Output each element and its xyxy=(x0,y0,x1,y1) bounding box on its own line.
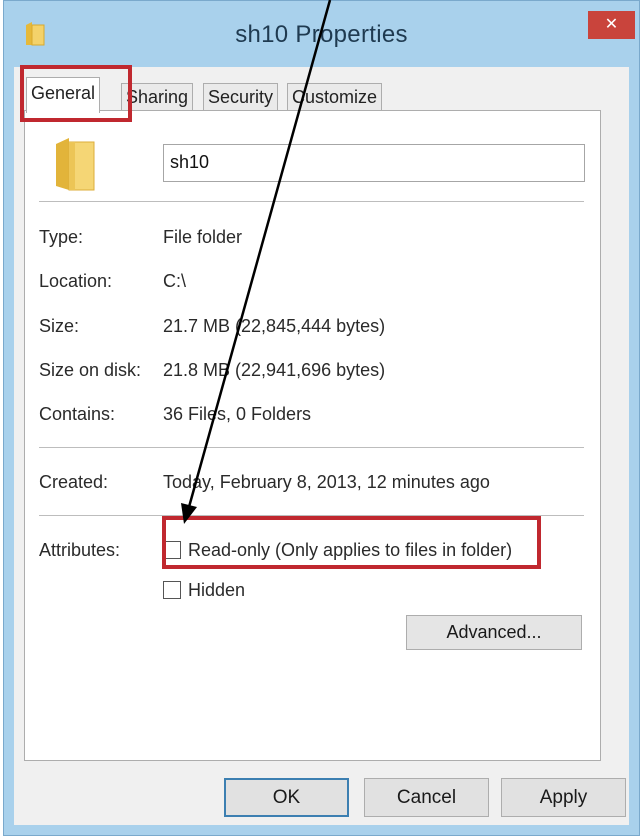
dialog-client: General Sharing Security Customize sh10 … xyxy=(14,67,629,825)
folder-icon xyxy=(56,138,95,191)
tab-general[interactable]: General xyxy=(26,77,101,113)
apply-button[interactable]: Apply xyxy=(501,778,626,817)
folder-name-input[interactable]: sh10 xyxy=(163,144,585,182)
type-value: File folder xyxy=(163,227,243,247)
readonly-checkbox-row[interactable]: Read-only (Only applies to files in fold… xyxy=(163,540,512,561)
size-value: 21.7 MB (22,845,444 bytes) xyxy=(163,316,386,336)
location-label: Location: xyxy=(39,271,113,291)
contains-value: 36 Files, 0 Folders xyxy=(163,404,312,424)
title-bar[interactable]: sh10 Properties ✕ xyxy=(4,1,639,67)
contains-label: Contains: xyxy=(39,404,116,424)
properties-window: sh10 Properties ✕ General Sharing Securi… xyxy=(3,0,640,836)
close-button[interactable]: ✕ xyxy=(588,11,635,39)
cancel-button[interactable]: Cancel xyxy=(364,778,489,817)
advanced-button[interactable]: Advanced... xyxy=(406,615,582,650)
readonly-label: Read-only (Only applies to files in fold… xyxy=(188,540,513,560)
window-title: sh10 Properties xyxy=(235,21,408,48)
created-value: Today, February 8, 2013, 12 minutes ago xyxy=(163,472,490,492)
hidden-checkbox-row[interactable]: Hidden xyxy=(163,580,245,601)
tab-customize[interactable]: Customize xyxy=(287,83,383,111)
general-panel: sh10 Type: File folder Location: C:\ Siz… xyxy=(24,110,601,761)
ok-button[interactable]: OK xyxy=(224,778,349,817)
readonly-checkbox[interactable] xyxy=(163,541,181,559)
hidden-label: Hidden xyxy=(188,580,246,600)
hidden-checkbox[interactable] xyxy=(163,581,181,599)
created-label: Created: xyxy=(39,472,109,492)
close-icon: ✕ xyxy=(604,16,619,33)
tab-sharing[interactable]: Sharing xyxy=(121,83,194,111)
separator xyxy=(39,447,584,448)
attributes-label: Attributes: xyxy=(39,540,121,560)
location-value: C:\ xyxy=(163,271,187,291)
separator xyxy=(39,515,584,516)
tab-strip: General Sharing Security Customize xyxy=(14,77,629,113)
size-label: Size: xyxy=(39,316,80,336)
type-label: Type: xyxy=(39,227,84,247)
size-on-disk-label: Size on disk: xyxy=(39,360,142,380)
separator xyxy=(39,201,584,202)
tab-security[interactable]: Security xyxy=(203,83,279,111)
size-on-disk-value: 21.8 MB (22,941,696 bytes) xyxy=(163,360,386,380)
